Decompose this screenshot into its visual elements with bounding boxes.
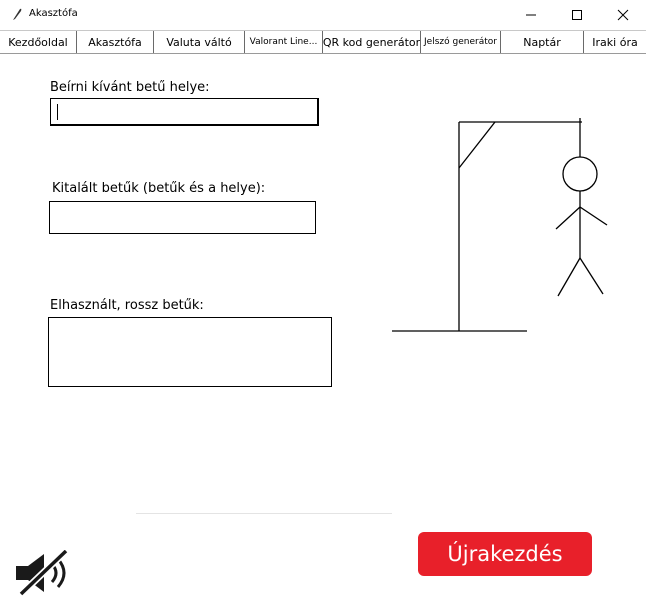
window-title: Akasztófa	[29, 8, 78, 19]
found-letters-label: Kitalált betűk (betűk és a helye):	[52, 181, 266, 196]
minimize-button[interactable]	[508, 0, 554, 30]
close-button[interactable]	[600, 0, 646, 30]
text-caret	[57, 104, 58, 120]
hangman-right-leg	[579, 257, 604, 295]
feather-icon	[13, 8, 22, 20]
hangman-left-leg	[557, 257, 581, 297]
position-input[interactable]	[50, 98, 319, 126]
position-label: Beírni kívánt betű helye:	[50, 80, 210, 95]
found-letters-field[interactable]	[49, 201, 316, 234]
mute-speaker-icon[interactable]	[14, 550, 74, 596]
tab-kezdooldal[interactable]: Kezdőoldal	[0, 31, 76, 53]
hangman-head	[562, 156, 598, 192]
tab-valuta-valto[interactable]: Valuta váltó	[154, 31, 244, 53]
maximize-icon	[572, 10, 582, 20]
divider-line	[136, 513, 392, 514]
maximize-button[interactable]	[554, 0, 600, 30]
tab-naptar[interactable]: Naptár	[501, 31, 583, 53]
restart-button[interactable]: Újrakezdés	[418, 532, 592, 576]
tab-qr-kod-generator[interactable]: QR kod generátor	[323, 31, 420, 53]
tab-valorant-lineups[interactable]: Valorant Line...	[245, 31, 322, 53]
tab-bar: Kezdőoldal Akasztófa Valuta váltó Valora…	[0, 30, 646, 54]
wrong-letters-label: Elhasznált, rossz betűk:	[50, 298, 204, 313]
window-titlebar: Akasztófa	[0, 0, 646, 30]
wrong-letters-field[interactable]	[48, 317, 332, 387]
gallows-brace	[458, 121, 496, 169]
tab-akasztofa[interactable]: Akasztófa	[77, 31, 153, 53]
hangman-left-arm	[555, 206, 581, 230]
hangman-gallows	[392, 118, 608, 332]
minimize-icon	[526, 14, 536, 16]
close-icon	[617, 9, 629, 21]
hangman-right-arm	[579, 206, 608, 226]
tab-iraki-ora[interactable]: Iraki óra	[584, 31, 646, 53]
tab-jelszo-generator[interactable]: Jelszó generátor	[421, 31, 500, 53]
